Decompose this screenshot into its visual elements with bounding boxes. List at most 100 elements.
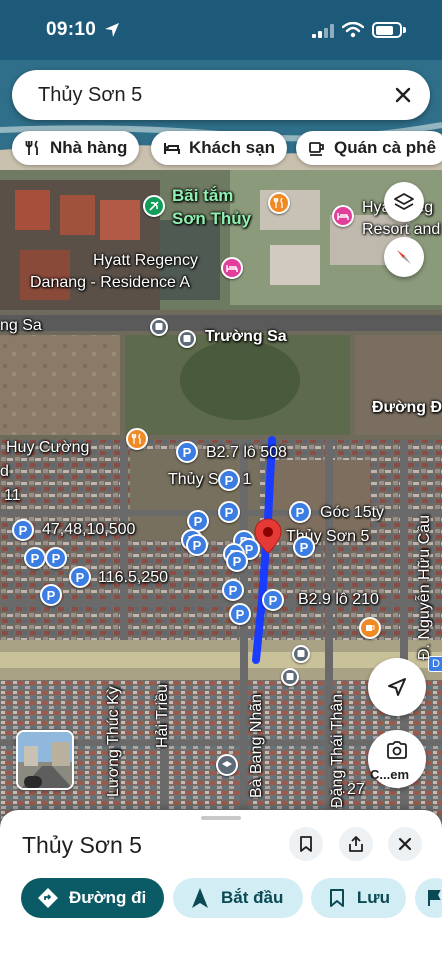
parking-pin[interactable]: P (40, 584, 62, 606)
directions-button[interactable]: Đường đi (21, 878, 164, 918)
parking-pin[interactable]: P (222, 579, 244, 601)
route-badge: D (428, 656, 442, 672)
map-label-hyatt-resort-2: Resort and (362, 221, 441, 238)
share-button[interactable] (339, 827, 373, 861)
parking-pin[interactable]: P (69, 566, 91, 588)
parking-pin[interactable]: P (12, 519, 34, 541)
wifi-icon (342, 22, 364, 38)
location-arrow-icon (105, 23, 119, 37)
map-label-truong-sa: Trường Sa (205, 328, 287, 345)
parking-pin[interactable]: P (226, 550, 248, 572)
map-label-road: ng Sa (0, 317, 42, 334)
parking-pin[interactable]: P (289, 501, 311, 523)
chip-label: Khách sạn (189, 138, 275, 157)
map-view[interactable]: Bãi tắm Sơn Thủy Hyatt Reg Resort and Hy… (0, 0, 442, 840)
map-label-goc: Góc 15ty (320, 504, 385, 521)
bus-stop-icon[interactable] (150, 318, 168, 336)
chip-label: Quán cà phê (334, 138, 437, 157)
status-bar: 09:10 (0, 0, 442, 60)
map-label-11: 11 (4, 487, 21, 504)
map-label-huy-cuong: Huy Cường (6, 439, 90, 456)
camera-icon (387, 741, 407, 759)
destination-marker-icon[interactable] (254, 518, 282, 554)
parking-pin[interactable]: P (24, 547, 46, 569)
start-label: Bắt đầu (221, 888, 284, 907)
navigation-arrow-icon (189, 887, 211, 909)
cellular-signal-icon (312, 24, 334, 38)
map-label-beach-2: Sơn Thủy (172, 209, 252, 228)
map-label-hyatt-residence-2: Danang - Residence A (30, 274, 191, 291)
chip-hotels[interactable]: Khách sạn (151, 131, 287, 165)
chip-restaurants[interactable]: Nhà hàng (12, 131, 140, 165)
restaurant-icon[interactable] (268, 192, 290, 214)
save-bookmark-button[interactable] (289, 827, 323, 861)
parking-pin[interactable]: P (293, 536, 315, 558)
chip-cafes[interactable]: Quán cà phê (296, 131, 442, 165)
search-input[interactable]: Thủy Sơn 5 (38, 84, 142, 107)
place-title: Thủy Sơn 5 (22, 832, 142, 858)
school-icon[interactable] (216, 754, 238, 776)
beach-icon[interactable] (143, 195, 165, 217)
rotate-360-icon (24, 776, 42, 788)
layers-button[interactable] (384, 182, 424, 222)
layers-icon (394, 193, 414, 210)
bookmark-icon (327, 887, 347, 909)
compass-icon (397, 250, 411, 264)
map-label-beach: Bãi tắm (172, 186, 234, 205)
save-button[interactable]: Lưu (311, 878, 406, 918)
more-action-button[interactable] (415, 878, 442, 918)
search-bar[interactable]: Thủy Sơn 5 (12, 70, 430, 120)
fork-knife-icon (24, 139, 42, 157)
place-sheet[interactable]: Thủy Sơn 5 Đường đi Bắt đầu Lưu (0, 810, 442, 960)
close-sheet-button[interactable] (388, 827, 422, 861)
directions-icon (37, 887, 59, 909)
street-view-thumbnail[interactable] (16, 730, 74, 790)
map-label-d: d (0, 463, 9, 480)
bookmark-icon (300, 836, 312, 852)
bus-stop-icon[interactable] (292, 645, 310, 663)
start-button[interactable]: Bắt đầu (173, 878, 303, 918)
map-label-nguyen-huu-cau: Đ. Nguyễn Hữu Cầu (416, 515, 433, 660)
hotel-icon[interactable] (332, 205, 354, 227)
map-label-b27: B2.7 lô 508 (206, 444, 287, 461)
bed-icon (163, 139, 181, 157)
parking-pin[interactable]: P (262, 589, 284, 611)
hotel-icon[interactable] (221, 257, 243, 279)
parking-pin[interactable]: P (218, 469, 240, 491)
parking-pin[interactable]: P (45, 547, 67, 569)
parking-pin[interactable]: P (186, 534, 208, 556)
battery-icon (372, 22, 402, 38)
parking-pin[interactable]: P (176, 441, 198, 463)
bus-stop-icon[interactable] (281, 668, 299, 686)
lens-label: C...em (370, 767, 410, 782)
map-label-hai-trieu: Hải Triều (154, 683, 171, 748)
map-label-27: 27 (347, 781, 365, 798)
close-icon[interactable] (390, 82, 416, 108)
map-label-road-d: Đường Đ (372, 399, 442, 416)
satellite-imagery (0, 0, 442, 840)
map-label-hyatt-residence: Hyatt Regency (93, 252, 198, 269)
chip-label: Nhà hàng (50, 138, 128, 157)
save-label: Lưu (356, 888, 390, 907)
cafe-icon[interactable] (359, 617, 381, 639)
battery-cap (403, 27, 406, 33)
compass-button[interactable] (384, 237, 424, 277)
clock: 09:10 (46, 19, 97, 40)
my-location-button[interactable] (368, 658, 426, 716)
bus-stop-icon[interactable] (178, 330, 196, 348)
map-label-ba-bang-nhan: Bà Bang Nhãn (248, 693, 265, 798)
map-label-p4748: 47,48,10,500 (42, 521, 136, 538)
parking-pin[interactable]: P (229, 603, 251, 625)
map-label-b29: B2.9 lô 210 (298, 591, 379, 608)
parking-pin[interactable]: P (218, 501, 240, 523)
coffee-icon (308, 139, 326, 157)
restaurant-icon[interactable] (126, 428, 148, 450)
map-label-luong-thuc-ky: Lương Thúc Kỳ (105, 686, 122, 797)
close-icon (398, 837, 412, 851)
directions-label: Đường đi (69, 888, 147, 907)
drag-handle[interactable] (201, 816, 241, 820)
navigation-arrow-icon (388, 678, 406, 696)
map-label-p1165: 116.5,250 (98, 569, 168, 586)
share-icon (349, 836, 363, 852)
flag-icon (428, 890, 441, 906)
